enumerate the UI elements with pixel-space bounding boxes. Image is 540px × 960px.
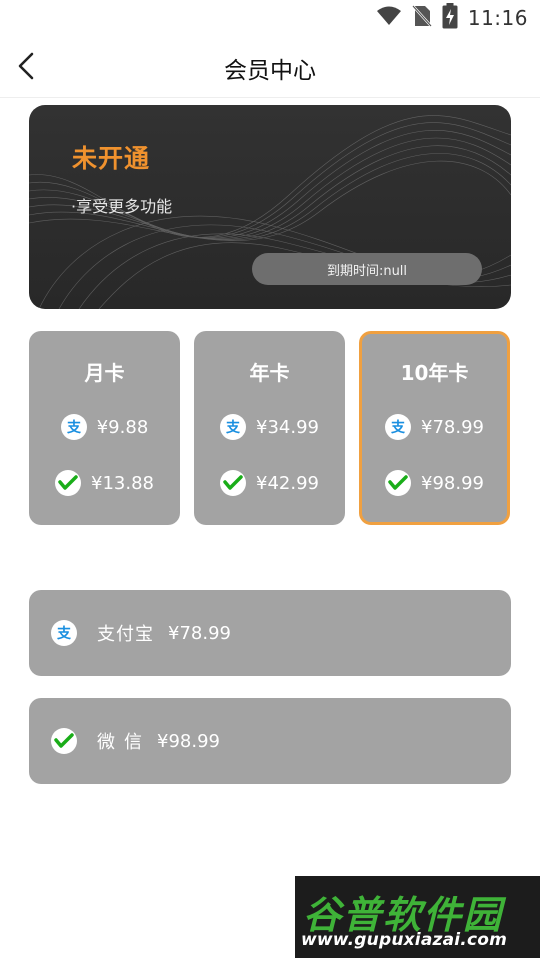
alipay-label: 支付宝 [97,624,154,645]
watermark-logo: 谷普软件园 www.gupuxiazai.com [295,876,540,958]
alipay-amount: ¥78.99 [168,622,231,644]
alipay-price-row: 支 ¥9.88 [29,413,180,441]
alipay-icon: 支 [60,414,87,440]
alipay-price: ¥34.99 [256,416,319,438]
wechat-pay-button[interactable]: 微信 ¥98.99 [29,698,511,784]
svg-text:支: 支 [225,419,241,436]
clock: 11:16 [467,6,528,30]
membership-status-card: 未开通 ·享受更多功能 到期时间:null [29,105,511,309]
plan-card-yearly[interactable]: 年卡 支 ¥34.99 ¥42.99 [194,331,345,525]
page-title: 会员中心 [224,58,316,84]
alipay-icon: 支 [385,414,411,440]
wechat-pay-icon [385,470,411,496]
watermark-url: www.gupuxiazai.com [301,930,508,950]
alipay-icon: 支 [220,414,246,440]
alipay-icon: 支 [51,620,77,646]
plan-name: 月卡 [84,361,125,385]
wechat-pay-icon [51,728,77,754]
svg-text:支: 支 [390,419,406,436]
status-bar: 11:16 [0,0,540,36]
battery-charging-icon [442,3,458,33]
app-header: 会员中心 [0,36,540,98]
plan-name: 10年卡 [400,361,469,385]
plan-card-monthly[interactable]: 月卡 支 ¥9.88 ¥13.88 [29,331,180,525]
alipay-price: ¥9.88 [96,416,149,438]
wechat-amount: ¥98.99 [157,730,220,752]
alipay-pay-button[interactable]: 支 支付宝 ¥78.99 [29,590,511,676]
wechat-price: ¥13.88 [91,472,154,494]
plan-card-10-year-selected[interactable]: 10年卡 支 ¥78.99 ¥98.99 [359,331,510,525]
no-sim-icon [411,4,432,32]
membership-status: 未开通 [72,144,151,173]
alipay-price-row: 支 ¥78.99 [362,413,507,441]
alipay-price: ¥78.99 [421,416,484,438]
plan-name: 年卡 [249,361,290,385]
alipay-price-row: 支 ¥34.99 [194,413,345,441]
wechat-pay-icon [220,470,246,496]
wifi-icon [376,5,402,31]
wechat-price-row: ¥42.99 [194,469,345,497]
svg-text:支: 支 [56,625,72,642]
wechat-label: 微信 [97,732,151,753]
svg-text:支: 支 [66,419,82,436]
wechat-price: ¥42.99 [256,472,319,494]
expiry-pill: 到期时间:null [252,253,482,285]
wechat-price: ¥98.99 [421,472,484,494]
plan-list: 月卡 支 ¥9.88 ¥13.88 年卡 支 ¥34.99 ¥42.99 10年… [29,331,511,525]
wechat-pay-icon [55,470,81,496]
wechat-price-row: ¥98.99 [362,469,507,497]
wechat-price-row: ¥13.88 [29,469,180,497]
membership-benefit-text: ·享受更多功能 [71,197,173,216]
